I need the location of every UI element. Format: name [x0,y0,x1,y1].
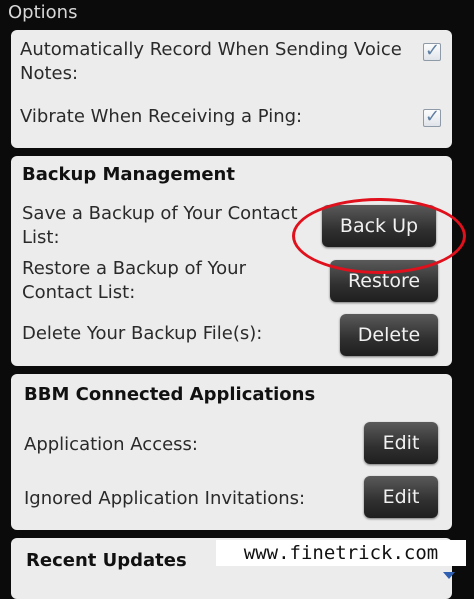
recent-updates-heading: Recent Updates [26,550,187,571]
bbm-connected-apps-panel: BBM Connected Applications Application A… [11,374,452,530]
red-highlight-circle [292,198,466,274]
backup-heading: Backup Management [22,164,235,185]
checkmark-icon: ✓ [425,40,441,61]
auto-record-label: Automatically Record When Sending Voice … [20,39,402,84]
delete-button[interactable]: Delete [340,314,438,356]
ignored-invitations-label: Ignored Application Invitations: [24,488,306,509]
application-access-edit-button[interactable]: Edit [364,422,438,464]
restore-backup-label: Restore a Backup of Your Contact List: [22,258,246,303]
watermark: www.finetrick.com [216,540,466,566]
auto-record-checkbox[interactable]: ✓ [423,40,441,61]
ignored-invitations-edit-button[interactable]: Edit [364,476,438,518]
screen-title: Options [8,2,78,23]
checkmark-icon: ✓ [425,106,441,127]
vibrate-label: Vibrate When Receiving a Ping: [20,106,303,127]
scroll-down-arrow-icon[interactable] [443,572,455,579]
connected-heading: BBM Connected Applications [24,384,316,405]
application-access-label: Application Access: [24,434,198,455]
delete-backup-label: Delete Your Backup File(s): [22,323,263,344]
vibrate-checkbox[interactable]: ✓ [423,106,441,127]
save-backup-label: Save a Backup of Your Contact List: [22,203,298,248]
general-options-panel: Automatically Record When Sending Voice … [11,30,452,148]
